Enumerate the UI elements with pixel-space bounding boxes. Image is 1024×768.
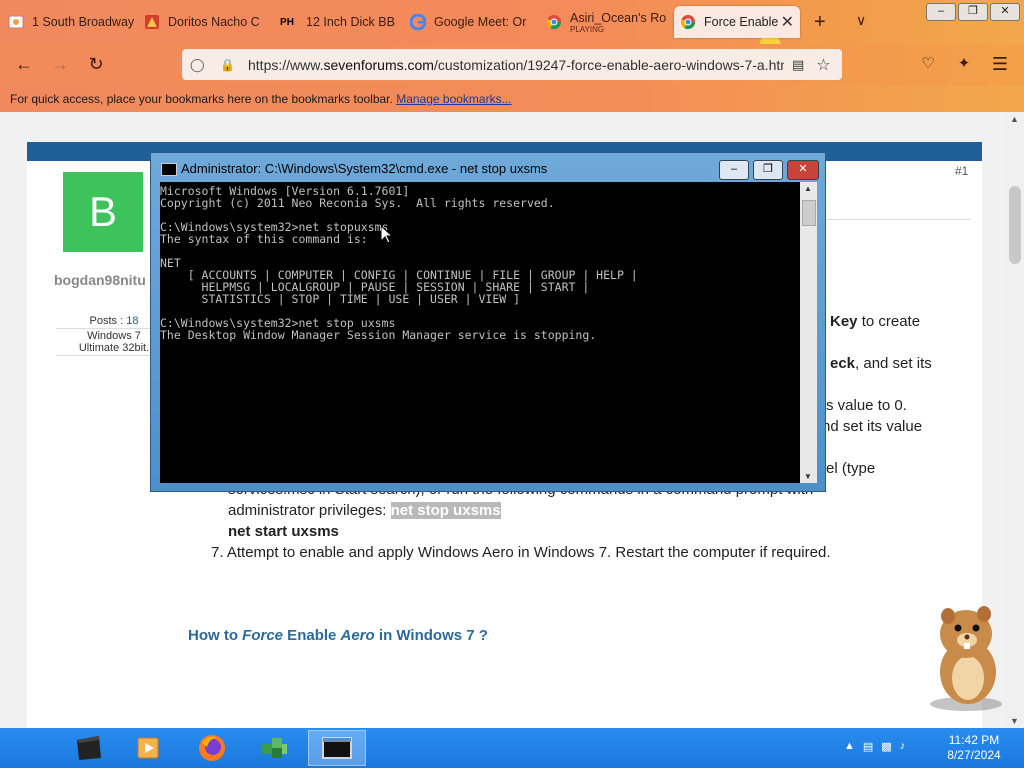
highlighted-command: net stop uxsms — [390, 502, 501, 519]
tab-2[interactable]: Doritos Nacho C — [144, 6, 266, 38]
volume-icon[interactable]: ♪ — [900, 740, 906, 753]
related-link[interactable]: How to Force Enable Aero in Windows 7 ? — [188, 627, 488, 644]
post-text-fragment: Key to create — [830, 313, 921, 330]
hamster-image — [930, 606, 1002, 711]
address-bar[interactable]: ◯ 🔒 https://www.sevenforums.com/customiz… — [182, 49, 842, 80]
chrome-icon — [546, 14, 562, 30]
extensions-icon[interactable]: ✦ — [952, 54, 976, 72]
tab-label: Doritos Nacho C — [168, 15, 260, 29]
tab-list-button[interactable]: ∨ — [856, 12, 866, 29]
tab-3[interactable]: PH 12 Inch Dick BB — [276, 6, 400, 38]
console-text: Microsoft Windows [Version 6.1.7601] Cop… — [160, 184, 638, 342]
close-button[interactable]: ✕ — [990, 3, 1020, 21]
clock[interactable]: 11:42 PM 8/27/2024 — [944, 733, 1004, 763]
tab-label: 1 South Broadway — [32, 15, 134, 29]
display-icon[interactable]: ▩ — [881, 740, 891, 753]
username[interactable]: bogdan98nitu — [54, 272, 146, 288]
tab-bar: 1 South Broadway Doritos Nacho C PH 12 I… — [0, 0, 1024, 132]
lock-icon[interactable]: 🔒 — [220, 58, 235, 72]
tab-4[interactable]: Google Meet: Or — [410, 6, 536, 38]
ph-icon: PH — [280, 16, 294, 28]
post-text-fragment: s value to 0. — [826, 397, 907, 414]
cmd-minimize-button[interactable]: – — [719, 160, 749, 180]
google-icon — [410, 14, 426, 30]
tab-label: Force Enable — [704, 15, 779, 29]
chrome-icon — [680, 14, 696, 30]
scroll-thumb[interactable] — [802, 200, 816, 226]
console-output[interactable]: Microsoft Windows [Version 6.1.7601] Cop… — [160, 182, 800, 483]
net-start-command: net start uxsms — [228, 523, 339, 540]
cmd-title: Administrator: C:\Windows\System32\cmd.e… — [181, 161, 548, 176]
doritos-icon — [144, 14, 160, 30]
post-text-fragment: eck, and set its — [830, 355, 932, 372]
forward-arrow-icon[interactable]: → — [48, 54, 72, 75]
cmd-window[interactable]: Administrator: C:\Windows\System32\cmd.e… — [150, 152, 826, 492]
post-text-fragment: nd set its value — [822, 418, 923, 435]
media-icon[interactable] — [120, 730, 178, 766]
tab-5[interactable]: Asiri_Ocean's Ro PLAYING — [546, 6, 666, 38]
minimize-button[interactable]: – — [926, 3, 956, 21]
show-hidden-icons-icon[interactable]: ▲ — [844, 740, 855, 753]
scroll-down-icon[interactable]: ▼ — [804, 472, 812, 481]
manage-bookmarks-link[interactable]: Manage bookmarks... — [396, 92, 511, 106]
post-text-fragment: el (type — [826, 460, 876, 477]
bookmarks-toolbar: For quick access, place your bookmarks h… — [0, 86, 1024, 112]
system-tray: ▲ ▤ ▩ ♪ — [844, 740, 905, 753]
post-text-fragment: administrator privileges: net stop uxsms — [228, 502, 501, 519]
puzzle-icon[interactable] — [245, 730, 303, 766]
tracking-shield-icon[interactable]: ◯ — [190, 57, 206, 73]
cmd-maximize-button[interactable]: ❐ — [753, 160, 783, 180]
pocket-icon[interactable]: ♡ — [916, 54, 940, 72]
start-icon[interactable] — [60, 730, 118, 766]
reader-view-icon[interactable]: ▤ — [792, 57, 804, 73]
scroll-thumb[interactable] — [1009, 186, 1021, 264]
scroll-up-icon[interactable]: ▲ — [1010, 114, 1019, 124]
menu-icon[interactable]: ☰ — [988, 54, 1012, 75]
cmd-icon[interactable] — [308, 730, 366, 766]
bookmark-star-icon[interactable]: ☆ — [816, 55, 830, 75]
clock-date: 8/27/2024 — [947, 748, 1001, 762]
close-tab-icon[interactable]: ✕ — [781, 12, 794, 32]
avatar[interactable]: B — [63, 172, 143, 252]
taskbar: ▲ ▤ ▩ ♪ 11:42 PM 8/27/2024 — [0, 728, 1024, 768]
tab-label: Google Meet: Or — [434, 15, 527, 29]
scroll-down-icon[interactable]: ▼ — [1010, 716, 1019, 726]
tab-1[interactable]: 1 South Broadway — [8, 6, 134, 38]
cmd-scrollbar[interactable]: ▲ ▼ — [800, 182, 817, 483]
cmd-icon — [161, 163, 177, 176]
reload-icon[interactable]: ↻ — [84, 54, 108, 75]
tab-label: 12 Inch Dick BB — [306, 15, 395, 29]
post-number[interactable]: #1 — [955, 164, 968, 178]
tab-label: Asiri_Ocean's Ro PLAYING — [570, 10, 666, 34]
bookmarks-hint: For quick access, place your bookmarks h… — [10, 92, 393, 106]
tab-active[interactable]: Force Enable ✕ — [674, 6, 800, 38]
restore-button[interactable]: ❐ — [958, 3, 988, 21]
cmd-close-button[interactable]: ✕ — [787, 160, 819, 180]
step-7: 7. Attempt to enable and apply Windows A… — [211, 544, 831, 561]
firefox-icon[interactable] — [183, 730, 241, 766]
network-icon[interactable]: ▤ — [863, 740, 873, 753]
navigation-bar: ← → ↻ ◯ 🔒 https://www.sevenforums.com/cu… — [0, 44, 1024, 86]
page-scrollbar[interactable]: ▲ ▼ — [1006, 112, 1024, 728]
new-tab-button[interactable]: + — [814, 11, 826, 34]
mouse-cursor-icon — [381, 226, 393, 244]
restaurant-icon — [8, 14, 24, 30]
scroll-up-icon[interactable]: ▲ — [804, 184, 812, 193]
back-arrow-icon[interactable]: ← — [12, 54, 36, 75]
url-text[interactable]: https://www.sevenforums.com/customizatio… — [248, 57, 784, 73]
clock-time: 11:42 PM — [948, 733, 1000, 747]
playing-badge: PLAYING — [570, 24, 605, 34]
